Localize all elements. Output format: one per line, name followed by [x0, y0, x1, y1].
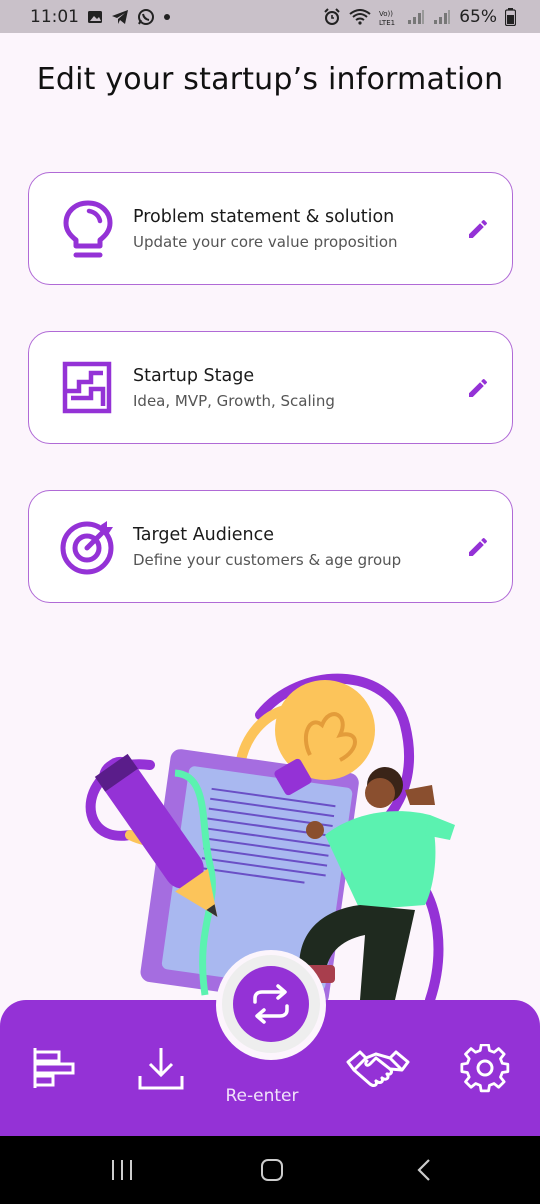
card-title: Startup Stage: [133, 366, 255, 386]
card-title: Target Audience: [133, 525, 274, 545]
gear-icon[interactable]: [460, 1044, 510, 1094]
gallery-icon: [88, 10, 102, 23]
signal-icon: [408, 9, 425, 24]
status-left: 11:01: [30, 7, 171, 27]
re-enter-button[interactable]: [233, 966, 309, 1042]
back-icon[interactable]: [416, 1158, 432, 1182]
edit-pencil-icon[interactable]: [466, 217, 490, 241]
whatsapp-icon: [138, 8, 154, 25]
chart-bars-icon[interactable]: [30, 1044, 80, 1094]
handshake-icon[interactable]: [346, 1044, 410, 1094]
system-nav-bar: [0, 1136, 540, 1204]
status-right: Vo)) LTE1 65%: [323, 7, 516, 27]
fab-ring: [222, 955, 320, 1053]
lightbulb-icon: [63, 200, 113, 258]
card-text: Target Audience Define your customers & …: [133, 525, 401, 569]
card-subtitle: Update your core value proposition: [133, 233, 398, 251]
home-icon[interactable]: [260, 1158, 284, 1182]
card-subtitle: Idea, MVP, Growth, Scaling: [133, 392, 335, 410]
battery-text: 65%: [459, 6, 497, 27]
card-text: Startup Stage Idea, MVP, Growth, Scaling: [133, 366, 335, 410]
volte-icon: Vo))LTE1: [379, 10, 395, 26]
card-title: Problem statement & solution: [133, 207, 395, 227]
recent-apps-icon[interactable]: [110, 1160, 134, 1180]
status-bar: 11:01 Vo)) LTE1 65%: [0, 0, 540, 33]
download-icon[interactable]: [136, 1044, 186, 1094]
card-subtitle: Define your customers & age group: [133, 551, 402, 569]
repeat-icon: [253, 984, 289, 1024]
target-icon: [60, 521, 114, 575]
wifi-icon: [349, 8, 371, 25]
svg-text:Vo)): Vo)): [379, 10, 393, 18]
stairs-icon: [62, 361, 112, 414]
signal-2-icon: [434, 9, 451, 24]
telegram-icon: [112, 9, 128, 24]
battery-icon: [505, 7, 516, 26]
edit-pencil-icon[interactable]: [466, 535, 490, 559]
card-problem-statement[interactable]: Problem statement & solution Update your…: [28, 172, 513, 285]
re-enter-label[interactable]: Re-enter: [200, 1086, 324, 1106]
edit-pencil-icon[interactable]: [466, 376, 490, 400]
card-target-audience[interactable]: Target Audience Define your customers & …: [28, 490, 513, 603]
alarm-icon: [324, 7, 340, 25]
page-title: Edit your startup’s information: [36, 62, 504, 97]
svg-text:LTE1: LTE1: [379, 19, 395, 26]
status-time: 11:01: [30, 6, 79, 27]
card-startup-stage[interactable]: Startup Stage Idea, MVP, Growth, Scaling: [28, 331, 513, 444]
card-text: Problem statement & solution Update your…: [133, 207, 398, 251]
notification-dot-icon: [164, 13, 170, 20]
